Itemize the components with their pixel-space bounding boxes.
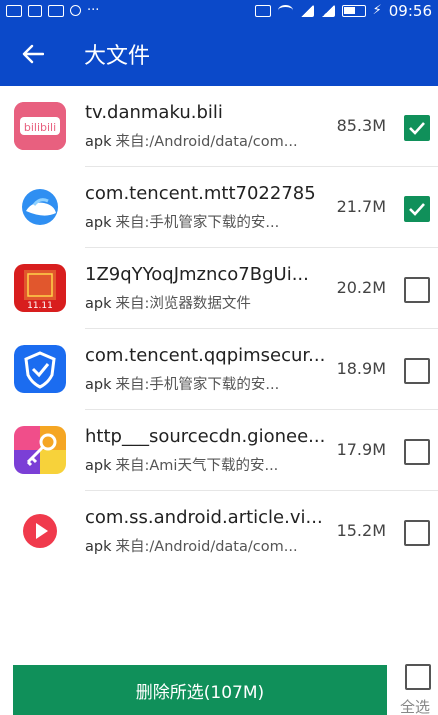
bilibili-app-icon: bilibili (14, 102, 66, 150)
check-icon (409, 203, 425, 216)
key-app-icon (14, 426, 66, 474)
notification-circle-icon (70, 5, 81, 16)
file-name: http___sourcecdn.gionee... (85, 426, 326, 447)
wifi-icon (277, 5, 293, 16)
battery-icon (341, 4, 366, 17)
file-name: com.ss.android.article.vi... (85, 507, 323, 528)
file-checkbox[interactable] (404, 115, 430, 141)
signal-2-icon (320, 4, 335, 17)
delete-selected-button[interactable]: 删除所选(107M) (13, 665, 387, 715)
file-size: 17.9M (336, 440, 386, 459)
status-bar: ··· ⚡ 09:56 (0, 0, 438, 21)
more-notifications-icon: ··· (87, 3, 100, 18)
file-name: com.tencent.mtt7022785 (85, 183, 316, 204)
file-source: apk 来自:手机管家下载的安... (85, 377, 280, 393)
vibrate-icon (254, 4, 271, 17)
file-name: tv.danmaku.bili (85, 102, 223, 123)
file-source: apk 来自:浏览器数据文件 (85, 296, 251, 312)
file-size: 85.3M (336, 116, 386, 135)
file-checkbox[interactable] (404, 196, 430, 222)
select-all-control[interactable]: 全选 (400, 664, 438, 715)
file-source: apk 来自:/Android/data/com... (85, 134, 298, 150)
clock: 09:56 (388, 1, 432, 20)
file-checkbox[interactable] (404, 520, 430, 546)
svg-text:11.11: 11.11 (27, 301, 53, 311)
signal-icon (299, 4, 314, 17)
select-all-label: 全选 (400, 698, 431, 715)
list-item[interactable]: bilibili tv.danmaku.bili apk 来自:/Android/… (0, 86, 438, 167)
file-size: 20.2M (336, 278, 386, 297)
file-source: apk 来自:/Android/data/com... (85, 539, 298, 555)
list-item[interactable]: com.ss.android.article.vi... apk 来自:/Andr… (0, 491, 438, 572)
page-title: 大文件 (84, 43, 151, 69)
select-all-checkbox[interactable] (405, 664, 431, 690)
back-arrow-icon (22, 44, 44, 63)
list-item[interactable]: 11.11 1Z9qYYoqJmznco7BgUi... apk 来自:浏览器数据… (0, 248, 438, 329)
xigua-video-app-icon (14, 507, 66, 555)
qq-browser-app-icon (14, 183, 66, 231)
list-item[interactable]: com.tencent.qqpimsecur... apk 来自:手机管家下载的安… (0, 329, 438, 410)
file-checkbox[interactable] (404, 439, 430, 465)
list-item[interactable]: com.tencent.mtt7022785 apk 来自:手机管家下载的安...… (0, 167, 438, 248)
notification-image-icon (48, 4, 64, 17)
file-name: com.tencent.qqpimsecur... (85, 345, 326, 366)
notification-grid-icon (28, 4, 42, 17)
file-source: apk 来自:Ami天气下载的安... (85, 458, 279, 474)
large-file-list: bilibili tv.danmaku.bili apk 来自:/Android/… (0, 86, 438, 572)
check-icon (409, 122, 425, 135)
file-checkbox[interactable] (404, 358, 430, 384)
file-checkbox[interactable] (404, 277, 430, 303)
file-size: 21.7M (336, 197, 386, 216)
file-size: 18.9M (336, 359, 386, 378)
back-button[interactable] (16, 39, 50, 69)
file-name: 1Z9qYYoqJmznco7BgUi... (85, 264, 309, 285)
file-size: 15.2M (336, 521, 386, 540)
svg-text:bilibili: bilibili (24, 121, 56, 134)
tencent-security-app-icon (14, 345, 66, 393)
app-bar: 大文件 (0, 21, 438, 86)
notification-app-icon (6, 4, 22, 17)
file-source: apk 来自:手机管家下载的安... (85, 215, 280, 231)
list-item[interactable]: http___sourcecdn.gionee... apk 来自:Ami天气下载… (0, 410, 438, 491)
tmall-1111-app-icon: 11.11 (14, 264, 66, 312)
charging-icon: ⚡ (372, 3, 382, 18)
